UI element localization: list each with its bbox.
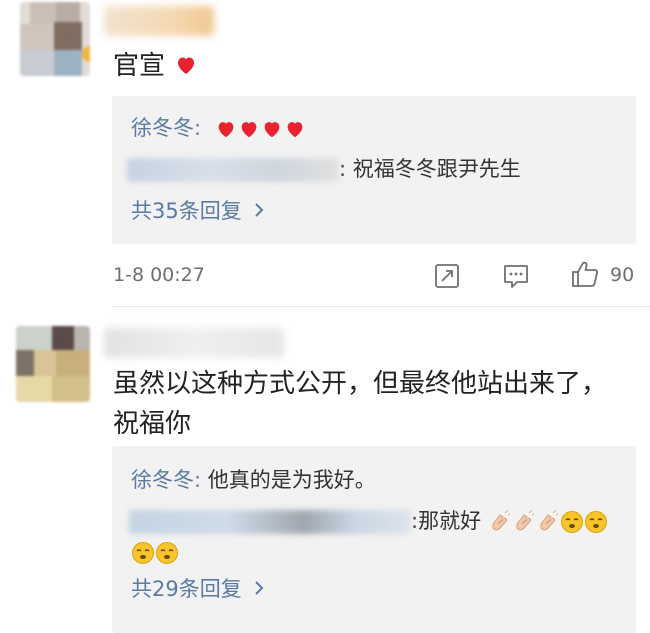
emoji-row [481, 509, 608, 533]
chevron-right-icon [254, 196, 264, 226]
reply-author[interactable]: 徐冬冬: [131, 116, 201, 140]
reply-text: 他真的是为我好。 [201, 468, 376, 492]
reply-item-continued [131, 537, 179, 567]
divider [112, 306, 650, 307]
heart-row [214, 116, 306, 140]
thumbs-up-icon[interactable] [570, 259, 600, 289]
more-replies-label: 共29条回复 [131, 577, 242, 601]
embarrassed-face-icon [560, 511, 583, 533]
comment-text: 官宣 [113, 46, 198, 86]
avatar[interactable] [16, 326, 90, 402]
share-icon[interactable] [434, 263, 460, 289]
avatar[interactable] [20, 2, 90, 76]
blurred-username[interactable] [129, 510, 411, 534]
reply-item: : 祝福冬冬跟尹先生 [127, 154, 521, 184]
comment-text: 虽然以这种方式公开，但最终他站出来了， 祝福你 [113, 364, 607, 444]
heart-icon [218, 122, 234, 138]
username[interactable] [104, 328, 284, 358]
more-replies-label: 共35条回复 [131, 199, 242, 223]
comment-feed: 官宣 徐冬冬: : 祝福冬冬跟尹先生 共35条回复 1-8 00:27 90 虽… [0, 0, 650, 633]
reply-author[interactable]: 徐冬冬: [131, 468, 201, 492]
reply-item: 徐冬冬: 他真的是为我好。 [131, 465, 376, 495]
embarrassed-face-icon [584, 511, 607, 533]
embarrassed-face-icon [132, 542, 154, 564]
view-more-replies[interactable]: 共29条回复 [131, 574, 264, 604]
comment-body-line: 祝福你 [113, 409, 192, 439]
clapping-hands-icon [540, 510, 558, 531]
view-more-replies[interactable]: 共35条回复 [131, 196, 264, 226]
reply-text: : 祝福冬冬跟尹先生 [339, 157, 521, 181]
comment-timestamp: 1-8 00:27 [113, 264, 205, 286]
heart-icon [178, 57, 195, 74]
reply-text: :那就好 [411, 509, 482, 533]
embarrassed-face-icon [156, 542, 178, 564]
like-count: 90 [610, 264, 635, 286]
username[interactable] [104, 6, 214, 36]
chevron-right-icon [254, 574, 264, 604]
comment-body: 官宣 [113, 51, 166, 81]
clapping-hands-icon [516, 510, 534, 531]
heart-icon [287, 122, 303, 138]
reply-item: :那就好 [129, 506, 608, 536]
comment-icon[interactable] [502, 263, 530, 289]
comment-body-line: 虽然以这种方式公开，但最终他站出来了， [113, 369, 608, 399]
heart-icon [241, 122, 257, 138]
reply-item: 徐冬冬: [131, 113, 306, 143]
heart-icon [264, 122, 280, 138]
blurred-username[interactable] [127, 158, 339, 182]
clapping-hands-icon [492, 510, 510, 531]
